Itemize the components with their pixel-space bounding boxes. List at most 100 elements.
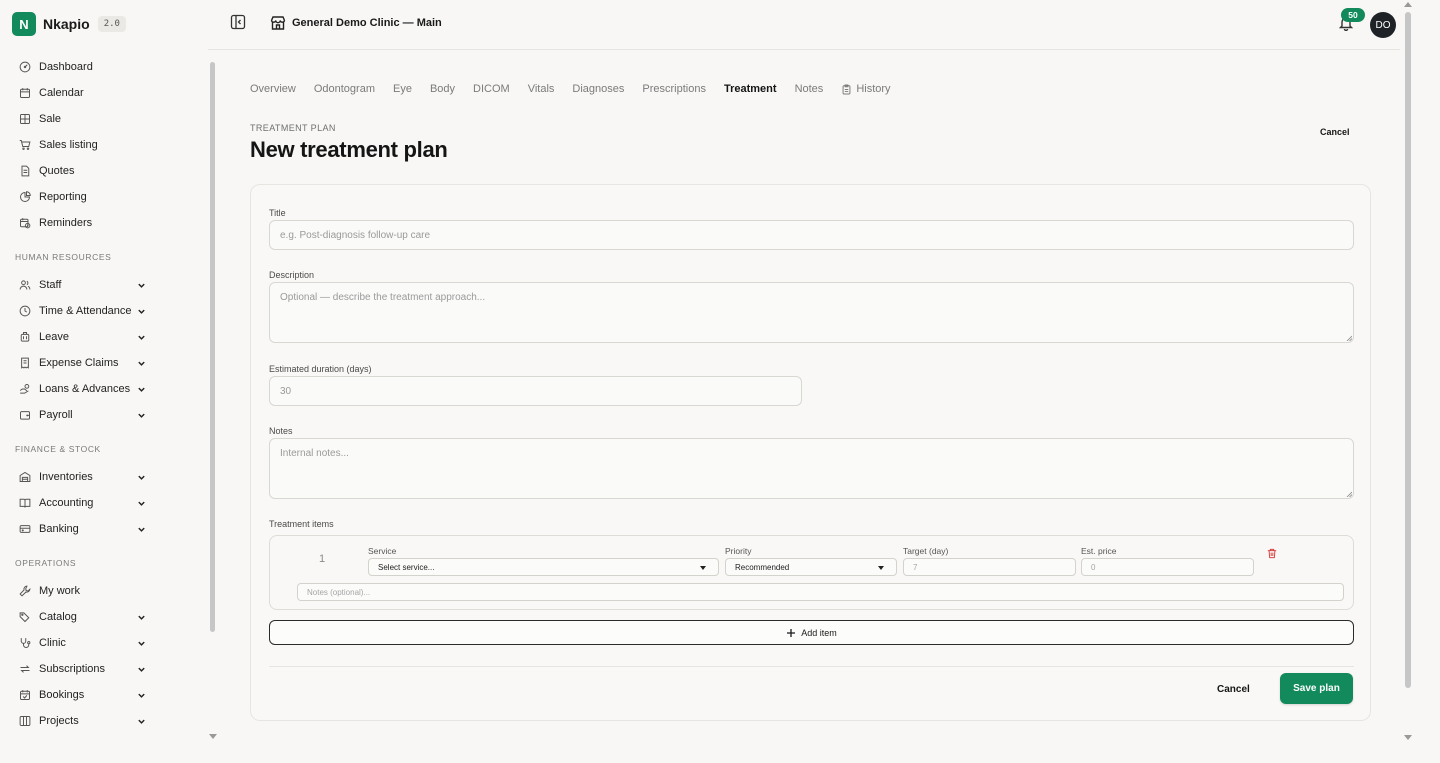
cancel-button[interactable]: Cancel <box>1217 679 1250 699</box>
tab-history[interactable]: History <box>841 83 891 95</box>
sidebar-item-label: Quotes <box>39 165 75 177</box>
clipboard-icon <box>842 84 851 94</box>
sidebar-item-label: My work <box>39 585 80 597</box>
sidebar-item-time-attendance[interactable]: Time & Attendance <box>0 298 208 324</box>
caret-down-icon <box>700 566 706 570</box>
bank-card-icon <box>19 525 31 533</box>
sidebar-toggle-icon[interactable] <box>230 14 246 30</box>
sidebar-item-label: Expense Claims <box>39 357 119 369</box>
sidebar-item-loans-advances[interactable]: Loans & Advances <box>0 376 208 402</box>
service-select-value: Select service... <box>378 562 435 572</box>
sidebar-item-label: Staff <box>39 279 62 291</box>
sidebar-item-catalog[interactable]: Catalog <box>0 604 208 630</box>
sidebar-item-label: Time & Attendance <box>39 305 132 317</box>
sidebar-item-dashboard[interactable]: Dashboard <box>0 54 208 80</box>
sidebar-item-clinic[interactable]: Clinic <box>0 630 208 656</box>
tab-diagnoses[interactable]: Diagnoses <box>572 83 624 95</box>
sidebar-scroll-down-arrow[interactable] <box>209 734 217 739</box>
sidebar-item-accounting[interactable]: Accounting <box>0 490 208 516</box>
document-icon <box>21 165 30 177</box>
sidebar-item-calendar[interactable]: Calendar <box>0 80 208 106</box>
est-price-input[interactable] <box>1081 558 1254 576</box>
resize-handle-icon[interactable] <box>1346 491 1352 497</box>
sidebar-item-inventories[interactable]: Inventories <box>0 464 208 490</box>
tab-dicom[interactable]: DICOM <box>473 83 510 95</box>
sidebar-item-label: Dashboard <box>39 61 93 73</box>
duration-label: Estimated duration (days) <box>269 364 372 374</box>
sidebar-nav: Dashboard Calendar Sale Sales listing Qu… <box>0 54 208 734</box>
sidebar-item-bookings[interactable]: Bookings <box>0 682 208 708</box>
caret-down-icon <box>878 566 884 570</box>
sidebar-item-label: Projects <box>39 715 79 727</box>
item-notes-input[interactable] <box>297 583 1344 601</box>
grid-icon <box>20 114 30 124</box>
sidebar-item-expense-claims[interactable]: Expense Claims <box>0 350 208 376</box>
tab-overview[interactable]: Overview <box>250 83 296 95</box>
service-label: Service <box>368 546 397 556</box>
sidebar-item-subscriptions[interactable]: Subscriptions <box>0 656 208 682</box>
chevron-down-icon <box>138 413 145 418</box>
notes-textarea[interactable] <box>269 438 1354 499</box>
sidebar-item-label: Accounting <box>39 497 94 509</box>
sidebar-item-label: Reporting <box>39 191 87 203</box>
tab-body[interactable]: Body <box>430 83 455 95</box>
sidebar-item-label: Payroll <box>39 409 73 421</box>
tab-notes[interactable]: Notes <box>795 83 824 95</box>
sidebar-item-my-work[interactable]: My work <box>0 578 208 604</box>
tags-icon <box>19 612 30 623</box>
target-day-label: Target (day) <box>903 546 949 556</box>
pie-chart-icon <box>20 191 31 202</box>
sidebar-item-quotes[interactable]: Quotes <box>0 158 208 184</box>
avatar[interactable]: DO <box>1370 12 1396 38</box>
resize-handle-icon[interactable] <box>1346 335 1352 341</box>
header-cancel-button[interactable]: Cancel <box>1320 127 1350 137</box>
tab-vitals[interactable]: Vitals <box>528 83 555 95</box>
est-price-label: Est. price <box>1081 546 1117 556</box>
priority-select[interactable]: Recommended <box>725 558 897 576</box>
tab-eye[interactable]: Eye <box>393 83 412 95</box>
title-input[interactable] <box>269 220 1354 250</box>
chevron-down-icon <box>138 387 145 392</box>
sidebar-item-sale[interactable]: Sale <box>0 106 208 132</box>
service-select[interactable]: Select service... <box>368 558 719 576</box>
main-scroll-up-arrow[interactable] <box>1404 2 1412 7</box>
trash-icon[interactable] <box>1267 548 1277 559</box>
description-textarea[interactable] <box>269 282 1354 343</box>
sidebar-item-sales-listing[interactable]: Sales listing <box>0 132 208 158</box>
chevron-down-icon <box>138 667 145 672</box>
calendar-clock-icon <box>20 218 31 229</box>
section-human-resources: HUMAN RESOURCES <box>15 252 112 262</box>
chevron-down-icon <box>138 335 145 340</box>
clinic-switcher[interactable]: General Demo Clinic — Main <box>270 14 442 32</box>
add-item-button[interactable]: Add item <box>269 620 1354 645</box>
sidebar-item-reminders[interactable]: Reminders <box>0 210 208 236</box>
page-eyebrow: TREATMENT PLAN <box>250 123 336 133</box>
sidebar-item-projects[interactable]: Projects <box>0 708 208 734</box>
notification-badge[interactable]: 50 <box>1341 8 1365 22</box>
chevron-down-icon <box>138 475 145 480</box>
sidebar-scrollbar[interactable] <box>210 62 215 632</box>
sidebar-item-payroll[interactable]: Payroll <box>0 402 208 428</box>
main-scrollbar[interactable] <box>1405 12 1411 688</box>
patient-tabs: Overview Odontogram Eye Body DICOM Vital… <box>250 80 909 98</box>
plus-icon <box>787 628 796 637</box>
sidebar-item-label: Banking <box>39 523 79 535</box>
gauge-icon <box>19 61 31 73</box>
sidebar-item-staff[interactable]: Staff <box>0 272 208 298</box>
sidebar: N Nkapio 2.0 Dashboard Calendar Sale Sal… <box>0 0 208 763</box>
calendar-check-icon <box>20 690 30 700</box>
main-scroll-down-arrow[interactable] <box>1404 735 1412 740</box>
calendar-icon <box>20 88 30 98</box>
sidebar-item-label: Subscriptions <box>39 663 106 675</box>
brand[interactable]: N Nkapio 2.0 <box>12 12 126 36</box>
duration-input[interactable] <box>269 376 802 406</box>
sidebar-item-reporting[interactable]: Reporting <box>0 184 208 210</box>
sidebar-item-banking[interactable]: Banking <box>0 516 208 542</box>
tab-prescriptions[interactable]: Prescriptions <box>642 83 706 95</box>
sidebar-item-leave[interactable]: Leave <box>0 324 208 350</box>
chevron-down-icon <box>138 693 145 698</box>
save-plan-button[interactable]: Save plan <box>1280 673 1353 704</box>
tab-treatment[interactable]: Treatment <box>724 83 777 95</box>
target-day-input[interactable] <box>903 558 1076 576</box>
tab-odontogram[interactable]: Odontogram <box>314 83 375 95</box>
